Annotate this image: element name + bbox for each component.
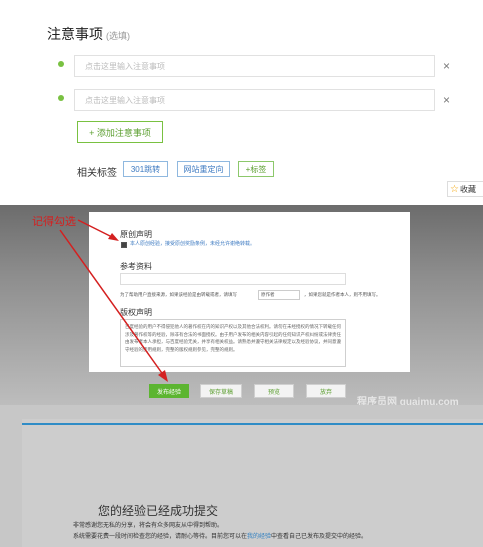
annotation-arrows <box>59 219 168 382</box>
arrow-head-publish-icon <box>158 370 168 382</box>
arrow-to-checkbox <box>77 219 115 239</box>
arrow-head-checkbox-icon <box>108 233 119 241</box>
arrow-to-publish <box>59 229 165 377</box>
